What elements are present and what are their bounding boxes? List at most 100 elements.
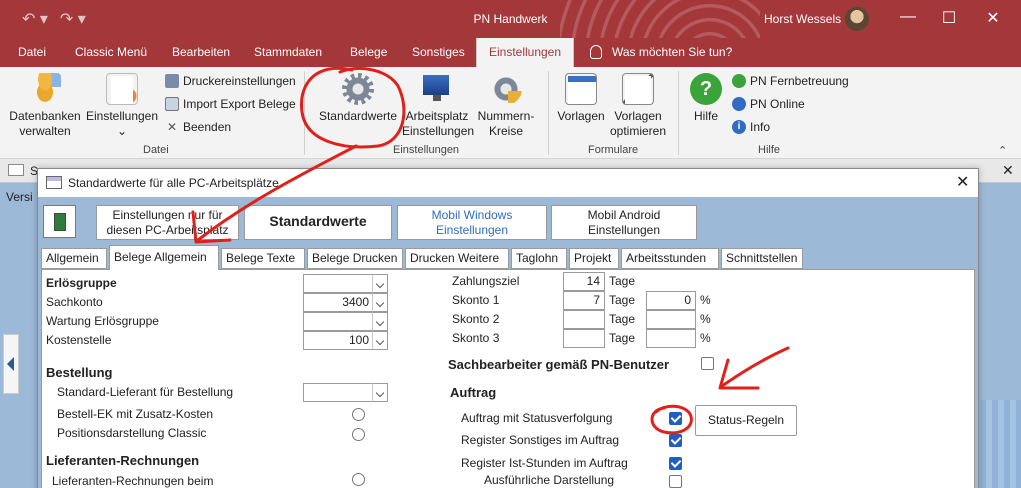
- skonto1-percent-sign: %: [700, 293, 711, 307]
- vorlagen-button[interactable]: Vorlagen: [554, 73, 608, 124]
- einstellungen-button[interactable]: Einstellungen ⌄: [84, 73, 160, 139]
- minimize-icon[interactable]: —: [898, 8, 918, 26]
- std-lieferant-select[interactable]: [303, 383, 374, 402]
- subtab-belege-texte[interactable]: Belege Texte: [221, 248, 305, 269]
- info-button[interactable]: i Info: [732, 120, 770, 134]
- printer-icon: [165, 74, 179, 88]
- mobil-android-button[interactable]: Mobil Android Einstellungen: [551, 205, 697, 240]
- close-icon[interactable]: ✕: [983, 8, 1003, 28]
- nummernkreise-button[interactable]: Nummern-Kreise: [474, 73, 538, 139]
- close-document-icon[interactable]: ✕: [1002, 162, 1014, 179]
- skonto3-days-input[interactable]: [563, 329, 605, 348]
- tab-stammdaten[interactable]: Stammdaten: [248, 38, 328, 67]
- help-icon: ?: [690, 73, 722, 105]
- subtab-taglohn[interactable]: Taglohn: [511, 248, 567, 269]
- tab-classic-menu[interactable]: Classic Menü: [69, 38, 153, 67]
- form-icon: [46, 176, 62, 189]
- tab-einstellungen[interactable]: Einstellungen: [476, 38, 574, 67]
- ausfuehrlich-checkbox[interactable]: [669, 475, 682, 488]
- druckereinstellungen-button[interactable]: Druckereinstellungen: [165, 74, 296, 88]
- tab-datei[interactable]: Datei: [12, 38, 52, 67]
- tell-me-label: Was möchten Sie tun?: [612, 45, 733, 59]
- vorlagen-optimieren-button[interactable]: Vorlagen optimieren: [606, 73, 670, 139]
- import-export-button[interactable]: Import Export Belege: [165, 97, 296, 111]
- skonto3-percent-input[interactable]: [646, 329, 696, 348]
- ribbon-body: Datenbanken verwalten Einstellungen ⌄ Dru…: [0, 67, 1021, 159]
- sachkonto-select[interactable]: 3400: [303, 293, 374, 312]
- chevron-down-icon[interactable]: [372, 293, 388, 312]
- einstellungen-label: Einstellungen: [85, 109, 159, 123]
- sachbearbeiter-label: Sachbearbeiter gemäß PN-Benutzer: [448, 357, 670, 372]
- datenbanken-label: Datenbanken verwalten: [9, 109, 81, 138]
- vorlagen-label: Vorlagen: [557, 109, 605, 123]
- einstellungen-pc-button[interactable]: Einstellungen nur für diesen PC-Arbeitsp…: [96, 205, 239, 240]
- tab-belege[interactable]: Belege: [344, 38, 393, 67]
- fernbetreuung-button[interactable]: PN Fernbetreuung: [732, 74, 849, 88]
- chevron-down-icon[interactable]: [372, 331, 388, 350]
- zahlungsziel-tage: Tage: [609, 274, 636, 288]
- navigation-pane-toggle[interactable]: [3, 334, 19, 394]
- zahlungsziel-label: Zahlungsziel: [452, 274, 520, 288]
- skonto2-days-input[interactable]: [563, 310, 605, 329]
- hilfe-button[interactable]: ? Hilfe: [686, 73, 726, 124]
- register-ist-checkbox[interactable]: [669, 457, 682, 470]
- pn-online-button[interactable]: PN Online: [732, 97, 805, 111]
- form-icon: [8, 164, 24, 176]
- skonto1-percent-input[interactable]: 0: [646, 291, 696, 310]
- kostenstelle-select[interactable]: 100: [303, 331, 374, 350]
- datenbanken-button[interactable]: Datenbanken verwalten: [8, 73, 82, 139]
- background-pattern: [980, 400, 1021, 488]
- bestell-ek-radio[interactable]: [352, 408, 365, 421]
- dialog-close-icon[interactable]: ✕: [956, 172, 969, 192]
- zahlungsziel-input[interactable]: 14: [563, 272, 605, 291]
- status-regeln-button[interactable]: Status-Regeln: [695, 405, 797, 436]
- chevron-down-icon[interactable]: [372, 312, 388, 331]
- lieferanten-beim-radio[interactable]: [352, 473, 365, 486]
- chevron-down-icon[interactable]: [372, 274, 388, 293]
- wartung-label: Wartung Erlösgruppe: [46, 314, 159, 328]
- subtab-allgemein[interactable]: Allgemein: [41, 248, 107, 269]
- register-sonstiges-checkbox[interactable]: [669, 434, 682, 447]
- avatar[interactable]: [845, 7, 869, 31]
- wartung-select[interactable]: [303, 312, 374, 331]
- bestell-ek-label: Bestell-EK mit Zusatz-Kosten: [57, 407, 214, 421]
- beenden-button[interactable]: ✕ Beenden: [165, 120, 231, 134]
- remote-support-icon: [732, 74, 746, 88]
- subtab-projekt[interactable]: Projekt: [569, 248, 619, 269]
- group-hilfe-label: Hilfe: [758, 144, 781, 156]
- close-x-icon: ✕: [166, 120, 178, 134]
- exit-button[interactable]: [43, 205, 76, 238]
- statusverfolgung-checkbox[interactable]: [669, 412, 682, 425]
- arbeitsplatz-label: Arbeitsplatz Einstellungen: [402, 109, 475, 138]
- tab-bearbeiten[interactable]: Bearbeiten: [166, 38, 236, 67]
- ribbon-tabs: Datei Classic Menü Bearbeiten Stammdaten…: [0, 38, 1021, 67]
- standardwerte-tab-button[interactable]: Standardwerte: [244, 205, 392, 240]
- tell-me-search[interactable]: Was möchten Sie tun?: [590, 38, 732, 67]
- skonto2-tage: Tage: [609, 312, 636, 326]
- ribbon-collapse-icon[interactable]: ⌃: [998, 144, 1007, 157]
- skonto1-days-input[interactable]: 7: [563, 291, 605, 310]
- tab-sonstiges[interactable]: Sonstiges: [406, 38, 471, 67]
- group-formulare-label: Formulare: [588, 144, 639, 156]
- standardwerte-button[interactable]: Standardwerte: [316, 73, 400, 124]
- positionsdarstellung-radio[interactable]: [352, 428, 365, 441]
- user-name[interactable]: Horst Wessels: [764, 12, 841, 26]
- beenden-label: Beenden: [183, 120, 232, 134]
- ribbon-separator: [678, 71, 679, 155]
- sachkonto-label: Sachkonto: [46, 295, 103, 309]
- sachbearbeiter-checkbox[interactable]: [701, 357, 714, 370]
- statusverfolgung-label: Auftrag mit Statusverfolgung: [461, 411, 613, 425]
- mobil-windows-button[interactable]: Mobil Windows Einstellungen: [397, 205, 547, 240]
- skonto2-percent-input[interactable]: [646, 310, 696, 329]
- subtab-belege-allgemein[interactable]: Belege Allgemein: [109, 245, 219, 270]
- arbeitsplatz-button[interactable]: Arbeitsplatz Einstellungen: [402, 73, 475, 139]
- erloesgruppe-select[interactable]: [303, 274, 374, 293]
- subtab-arbeitsstunden[interactable]: Arbeitsstunden: [621, 248, 719, 269]
- ausfuehrlich-label: Ausführliche Darstellung: [484, 473, 615, 487]
- subtab-belege-drucken[interactable]: Belege Drucken: [307, 248, 403, 269]
- subtab-drucken-weitere[interactable]: Drucken Weitere: [405, 248, 509, 269]
- chevron-down-icon[interactable]: [372, 383, 388, 402]
- subtab-schnittstellen[interactable]: Schnittstellen: [721, 248, 803, 269]
- erloesgruppe-label: Erlösgruppe: [46, 276, 117, 290]
- maximize-icon[interactable]: ☐: [939, 8, 959, 28]
